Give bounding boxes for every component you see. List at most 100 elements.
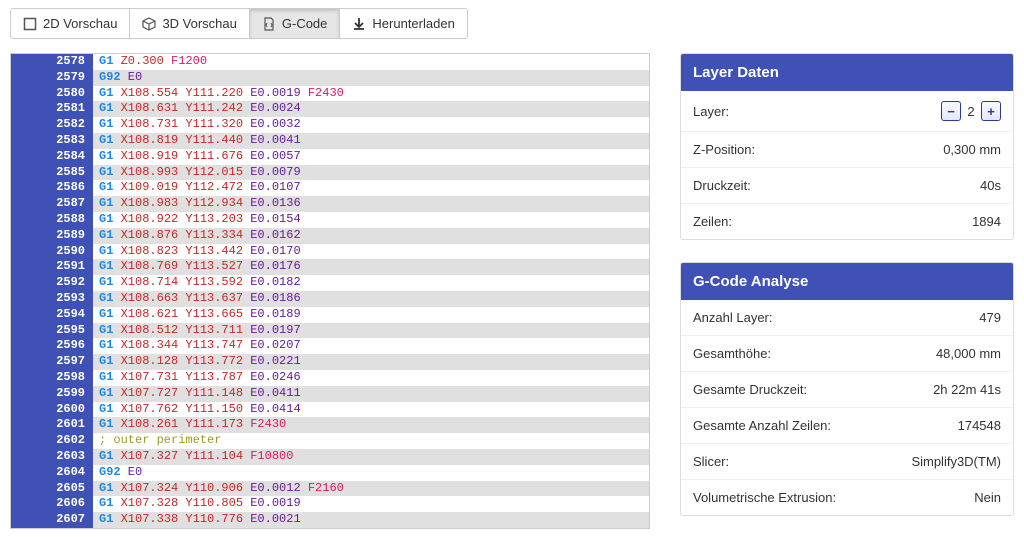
line-number: 2598 [11,370,93,386]
code-line[interactable]: 2602; outer perimeter [11,433,649,449]
line-number: 2580 [11,86,93,102]
tab-download[interactable]: Herunterladen [339,8,467,39]
line-number: 2605 [11,481,93,497]
line-content: G1 X108.993 Y112.015 E0.0079 [93,165,649,181]
code-line[interactable]: 2587G1 X108.983 Y112.934 E0.0136 [11,196,649,212]
line-number: 2601 [11,417,93,433]
code-line[interactable]: 2589G1 X108.876 Y113.334 E0.0162 [11,228,649,244]
lines-value: 1894 [972,214,1001,229]
tab-2d-preview[interactable]: 2D Vorschau [10,8,130,39]
line-number: 2596 [11,338,93,354]
code-line[interactable]: 2603G1 X107.327 Y111.104 F10800 [11,449,649,465]
tab-label: 3D Vorschau [162,16,236,31]
line-number: 2592 [11,275,93,291]
code-line[interactable]: 2588G1 X108.922 Y113.203 E0.0154 [11,212,649,228]
line-number: 2599 [11,386,93,402]
line-content: G1 X108.819 Y111.440 E0.0041 [93,133,649,149]
square-icon [23,17,37,31]
total-time-label: Gesamte Druckzeit: [693,382,807,397]
code-line[interactable]: 2585G1 X108.993 Y112.015 E0.0079 [11,165,649,181]
line-number: 2606 [11,496,93,512]
code-line[interactable]: 2598G1 X107.731 Y113.787 E0.0246 [11,370,649,386]
total-lines-value: 174548 [958,418,1001,433]
line-number: 2586 [11,180,93,196]
line-content: G1 X108.922 Y113.203 E0.0154 [93,212,649,228]
code-line[interactable]: 2580G1 X108.554 Y111.220 E0.0019 F2430 [11,86,649,102]
line-content: G1 X108.128 Y113.772 E0.0221 [93,354,649,370]
line-content: G1 Z0.300 F1200 [93,54,649,70]
gcode-analyse-panel: G-Code Analyse Anzahl Layer: 479 Gesamth… [680,262,1014,516]
code-line[interactable]: 2606G1 X107.328 Y110.805 E0.0019 [11,496,649,512]
code-line[interactable]: 2604G92 E0 [11,465,649,481]
volext-label: Volumetrische Extrusion: [693,490,836,505]
total-height-value: 48,000 mm [936,346,1001,361]
code-line[interactable]: 2595G1 X108.512 Y113.711 E0.0197 [11,323,649,339]
line-number: 2603 [11,449,93,465]
code-line[interactable]: 2597G1 X108.128 Y113.772 E0.0221 [11,354,649,370]
code-line[interactable]: 2578G1 Z0.300 F1200 [11,54,649,70]
line-number: 2600 [11,402,93,418]
line-content: G1 X108.344 Y113.747 E0.0207 [93,338,649,354]
line-number: 2590 [11,244,93,260]
line-content: G1 X107.338 Y110.776 E0.0021 [93,512,649,528]
line-number: 2588 [11,212,93,228]
code-line[interactable]: 2582G1 X108.731 Y111.320 E0.0032 [11,117,649,133]
line-content: G1 X108.261 Y111.173 F2430 [93,417,649,433]
tab-gcode[interactable]: G-Code [249,8,341,39]
total-layers-label: Anzahl Layer: [693,310,773,325]
line-number: 2594 [11,307,93,323]
line-content: G1 X108.714 Y113.592 E0.0182 [93,275,649,291]
code-line[interactable]: 2594G1 X108.621 Y113.665 E0.0189 [11,307,649,323]
line-content: G1 X107.328 Y110.805 E0.0019 [93,496,649,512]
zpos-label: Z-Position: [693,142,755,157]
code-line[interactable]: 2593G1 X108.663 Y113.637 E0.0186 [11,291,649,307]
line-content: G1 X108.983 Y112.934 E0.0136 [93,196,649,212]
code-line[interactable]: 2579G92 E0 [11,70,649,86]
line-content: G1 X108.631 Y111.242 E0.0024 [93,101,649,117]
line-content: ; outer perimeter [93,433,649,449]
code-line[interactable]: 2601G1 X108.261 Y111.173 F2430 [11,417,649,433]
total-layers-value: 479 [979,310,1001,325]
total-lines-label: Gesamte Anzahl Zeilen: [693,418,831,433]
line-number: 2584 [11,149,93,165]
view-tabs: 2D Vorschau 3D Vorschau G-Code Herunterl… [10,8,1014,39]
line-number: 2593 [11,291,93,307]
zpos-value: 0,300 mm [943,142,1001,157]
code-line[interactable]: 2583G1 X108.819 Y111.440 E0.0041 [11,133,649,149]
line-content: G1 X108.731 Y111.320 E0.0032 [93,117,649,133]
slicer-label: Slicer: [693,454,729,469]
code-line[interactable]: 2600G1 X107.762 Y111.150 E0.0414 [11,402,649,418]
line-number: 2591 [11,259,93,275]
code-line[interactable]: 2590G1 X108.823 Y113.442 E0.0170 [11,244,649,260]
code-line[interactable]: 2607G1 X107.338 Y110.776 E0.0021 [11,512,649,528]
layer-label: Layer: [693,104,729,119]
layer-decrement-button[interactable]: − [941,101,961,121]
print-time-value: 40s [980,178,1001,193]
total-height-label: Gesamthöhe: [693,346,771,361]
code-line[interactable]: 2591G1 X108.769 Y113.527 E0.0176 [11,259,649,275]
code-line[interactable]: 2599G1 X107.727 Y111.148 E0.0411 [11,386,649,402]
code-line[interactable]: 2584G1 X108.919 Y111.676 E0.0057 [11,149,649,165]
line-content: G1 X108.823 Y113.442 E0.0170 [93,244,649,260]
print-time-label: Druckzeit: [693,178,751,193]
lines-label: Zeilen: [693,214,732,229]
code-line[interactable]: 2596G1 X108.344 Y113.747 E0.0207 [11,338,649,354]
code-line[interactable]: 2586G1 X109.019 Y112.472 E0.0107 [11,180,649,196]
gcode-viewer[interactable]: 2578G1 Z0.300 F12002579G92 E02580G1 X108… [10,53,650,529]
tab-3d-preview[interactable]: 3D Vorschau [129,8,249,39]
line-content: G1 X109.019 Y112.472 E0.0107 [93,180,649,196]
line-content: G1 X108.769 Y113.527 E0.0176 [93,259,649,275]
tab-label: G-Code [282,16,328,31]
layer-increment-button[interactable]: + [981,101,1001,121]
line-content: G92 E0 [93,465,649,481]
cube-icon [142,17,156,31]
layer-value: 2 [965,104,977,119]
layer-stepper: − 2 + [941,101,1001,121]
code-line[interactable]: 2581G1 X108.631 Y111.242 E0.0024 [11,101,649,117]
line-number: 2604 [11,465,93,481]
line-number: 2595 [11,323,93,339]
code-line[interactable]: 2592G1 X108.714 Y113.592 E0.0182 [11,275,649,291]
panel-title: G-Code Analyse [681,263,1013,300]
layer-data-panel: Layer Daten Layer: − 2 + Z-Position: 0,3… [680,53,1014,240]
code-line[interactable]: 2605G1 X107.324 Y110.906 E0.0012 F2160 [11,481,649,497]
